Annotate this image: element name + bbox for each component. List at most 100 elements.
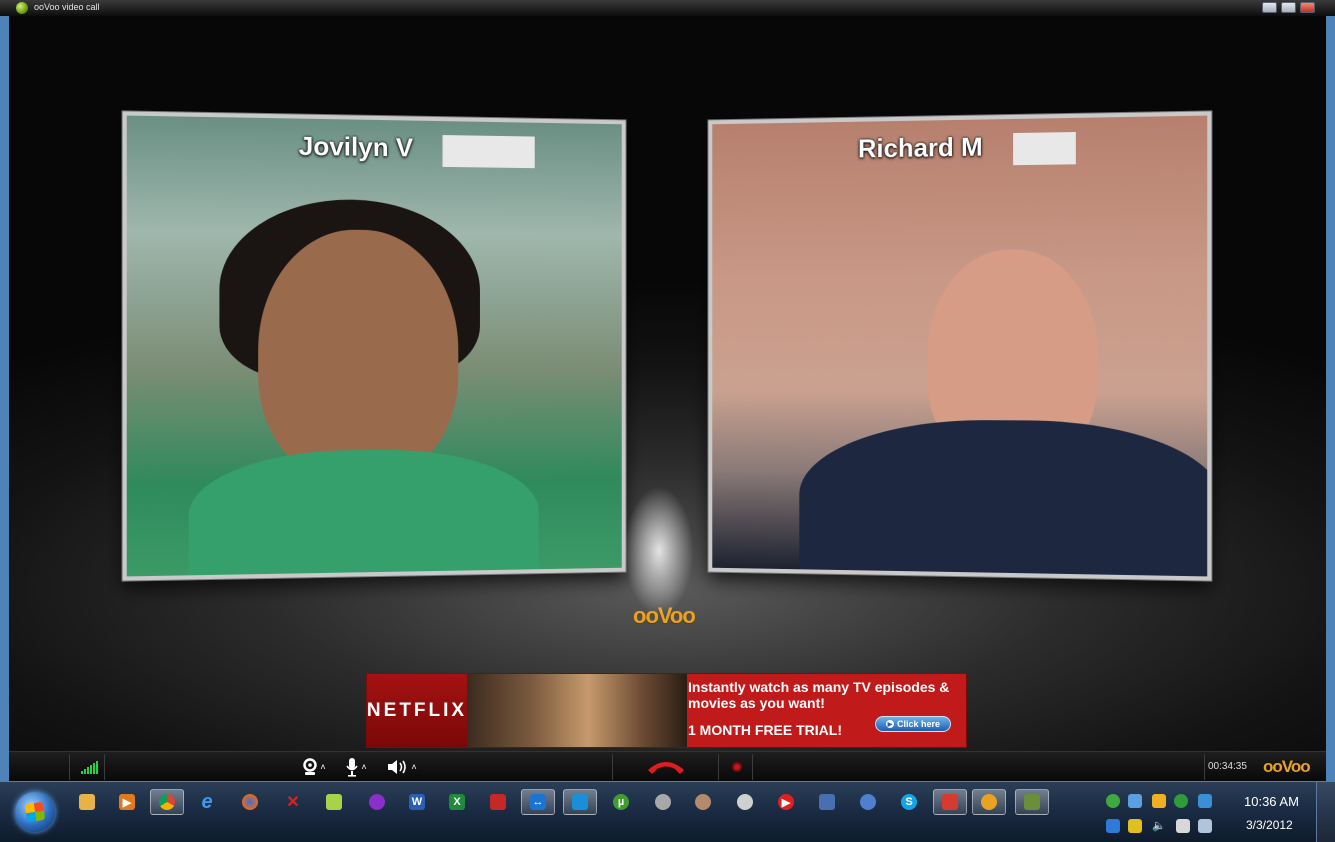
name-redaction-2 <box>1013 132 1076 166</box>
divider <box>1204 754 1205 780</box>
clock-time[interactable]: 10:36 AM <box>1244 794 1299 809</box>
minimize-button[interactable] <box>1262 2 1277 13</box>
tray-package-icon[interactable] <box>1152 794 1166 808</box>
skype-icon: S <box>901 794 917 810</box>
ad-brand-logo: NETFLIX <box>367 674 467 747</box>
sticky-notes-taskbar-button[interactable] <box>317 789 351 815</box>
call-duration: 00:34:35 <box>1208 761 1247 772</box>
folder-icon <box>79 794 95 810</box>
tray-app-icon-3[interactable] <box>1198 794 1212 808</box>
hang-up-icon <box>648 762 684 774</box>
xmarks-taskbar-button[interactable]: ✕ <box>276 789 310 815</box>
webcam-app-taskbar-button[interactable] <box>728 789 762 815</box>
ad-offer: 1 MONTH FREE TRIAL! <box>688 722 842 738</box>
maximize-button[interactable] <box>1281 2 1296 13</box>
participant-video-1[interactable]: Jovilyn V <box>122 111 626 581</box>
webcam-app-icon <box>737 794 753 810</box>
divider <box>612 754 613 780</box>
youtube-player-taskbar-button[interactable]: ▶ <box>769 789 803 815</box>
round-app-2-icon <box>695 794 711 810</box>
name-redaction-1 <box>442 135 535 169</box>
media-player-icon: ▶ <box>119 794 135 810</box>
speaker-icon <box>388 760 407 774</box>
record-button[interactable] <box>727 752 747 782</box>
webcam-options-caret[interactable]: ˄ <box>320 762 325 772</box>
dropbox-icon[interactable] <box>1106 819 1120 833</box>
play-circle-icon: ▶ <box>778 794 794 810</box>
utorrent-icon: µ <box>613 794 629 810</box>
ad-button-label: Click here <box>896 719 941 729</box>
tray-utorrent-icon[interactable] <box>1174 794 1188 808</box>
speaker-options-caret[interactable]: ˄ <box>411 762 416 772</box>
tray-app-icon-2[interactable] <box>1128 794 1142 808</box>
participant-name-1: Jovilyn V <box>298 130 413 163</box>
virtualbox-taskbar-button[interactable] <box>563 789 597 815</box>
chrome-icon <box>159 794 175 810</box>
divider <box>69 754 70 780</box>
system-tray: 🔈 <box>1102 789 1222 839</box>
netflix-banner-ad[interactable]: NETFLIX Instantly watch as many TV episo… <box>366 673 967 748</box>
globe-app-taskbar-button[interactable] <box>851 789 885 815</box>
participant-2-shirt <box>799 419 1212 581</box>
internet-explorer-taskbar-button[interactable]: e <box>190 789 224 815</box>
title-bar[interactable]: ooVoo video call <box>0 0 1335 16</box>
dictation-icon <box>1024 794 1040 810</box>
microphone-button[interactable]: ˄ <box>341 752 371 782</box>
signal-strength-icon <box>81 760 99 774</box>
globe-icon <box>860 794 876 810</box>
start-button[interactable] <box>15 792 55 832</box>
pdf-taskbar-button[interactable] <box>933 789 967 815</box>
window-title: ooVoo video call <box>34 2 100 12</box>
microphone-icon <box>346 758 359 777</box>
oovoo-taskbar-icon <box>981 794 997 810</box>
show-desktop-button[interactable] <box>1316 782 1335 842</box>
clock-date[interactable]: 3/3/2012 <box>1246 818 1293 832</box>
word-taskbar-button[interactable]: W <box>400 789 434 815</box>
divider <box>104 754 105 780</box>
firefox-icon <box>242 794 258 810</box>
firefox-taskbar-button[interactable] <box>233 789 267 815</box>
network-status-icon[interactable] <box>1198 819 1212 833</box>
ad-headline: Instantly watch as many TV episodes & mo… <box>688 679 950 711</box>
excel-taskbar-button[interactable]: X <box>440 789 474 815</box>
internet-explorer-icon: e <box>201 790 213 813</box>
cube-icon <box>572 794 588 810</box>
speaker-button[interactable]: ˄ <box>383 752 421 782</box>
tray-app-icon-1[interactable] <box>1106 794 1120 808</box>
skype-taskbar-button[interactable]: S <box>892 789 926 815</box>
teamviewer-icon: ↔ <box>530 794 546 810</box>
network-icon <box>819 794 835 810</box>
windows-explorer-taskbar-button[interactable] <box>70 789 104 815</box>
volume-icon[interactable]: 🔈 <box>1152 819 1166 833</box>
action-center-flag-icon[interactable] <box>1176 819 1190 833</box>
participant-video-2[interactable]: Richard M <box>708 111 1212 581</box>
participant-name-2: Richard M <box>857 131 983 164</box>
oovoo-logo: ooVoo <box>633 603 696 628</box>
word-icon: W <box>409 794 425 810</box>
oovoo-app-icon <box>16 2 28 14</box>
shield-icon[interactable] <box>1128 819 1142 833</box>
round-app-taskbar-button[interactable] <box>646 789 680 815</box>
call-control-bar: ˄ ˄ ˄ 00:34:35 ooVoo <box>9 751 1326 782</box>
notes-icon <box>326 794 342 810</box>
x-icon: ✕ <box>286 794 300 811</box>
webcam-icon <box>303 758 318 775</box>
chrome-taskbar-button[interactable] <box>150 789 184 815</box>
media-player-taskbar-button[interactable]: ▶ <box>110 789 144 815</box>
oovoo-small-logo: ooVoo <box>1263 757 1311 776</box>
ad-click-here-button[interactable]: ▶ Click here <box>875 716 951 732</box>
teamviewer-taskbar-button[interactable]: ↔ <box>521 789 555 815</box>
yahoo-messenger-taskbar-button[interactable] <box>360 789 394 815</box>
network-tool-taskbar-button[interactable] <box>810 789 844 815</box>
round-app-2-taskbar-button[interactable] <box>686 789 720 815</box>
dictation-app-taskbar-button[interactable] <box>1015 789 1049 815</box>
participant-1-face <box>258 228 459 482</box>
oovoo-taskbar-button[interactable] <box>972 789 1006 815</box>
webcam-button[interactable]: ˄ <box>299 752 329 782</box>
microphone-options-caret[interactable]: ˄ <box>361 762 366 772</box>
acrobat-taskbar-button[interactable] <box>481 789 515 815</box>
utorrent-taskbar-button[interactable]: µ <box>604 789 638 815</box>
ad-family-photo <box>467 674 687 747</box>
close-button[interactable] <box>1300 2 1315 13</box>
hang-up-button[interactable] <box>641 752 691 782</box>
